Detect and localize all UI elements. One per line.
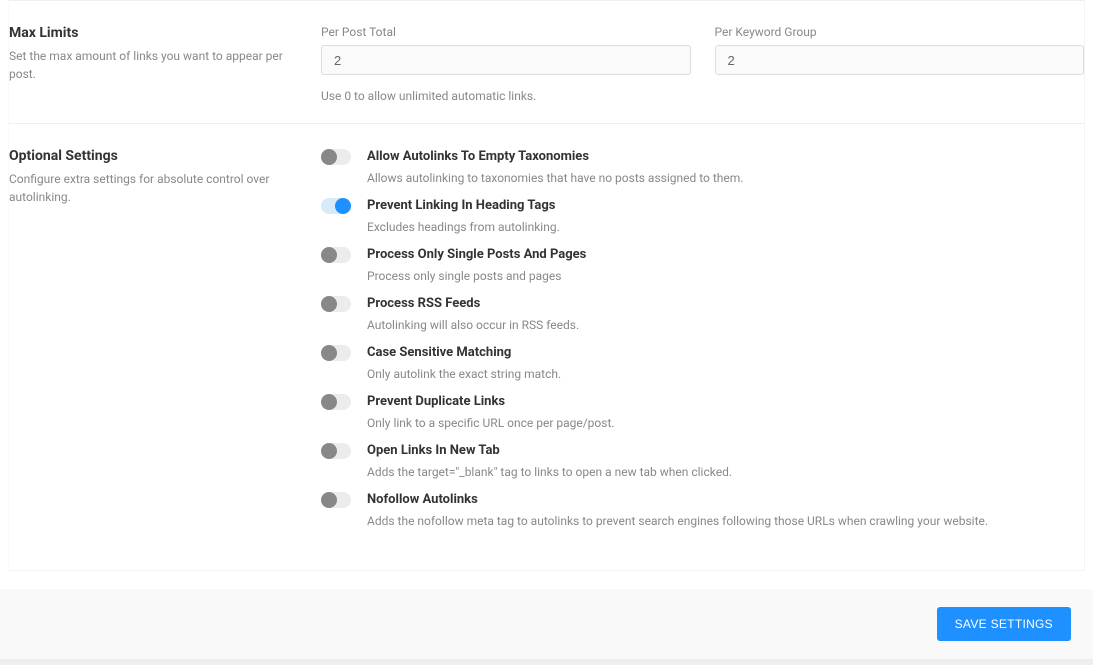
toggle-knob bbox=[321, 296, 337, 312]
toggle-label: Nofollow Autolinks bbox=[367, 491, 1084, 509]
per-keyword-label: Per Keyword Group bbox=[715, 25, 1085, 39]
toggle-content: Allow Autolinks To Empty Taxonomies Allow… bbox=[367, 148, 1084, 193]
toggle-desc: Allows autolinking to taxonomies that ha… bbox=[367, 170, 1084, 187]
toggle-knob bbox=[321, 345, 337, 361]
toggle-content: Process RSS Feeds Autolinking will also o… bbox=[367, 295, 1084, 340]
toggle-desc: Adds the target="_blank" tag to links to… bbox=[367, 464, 1084, 481]
toggle-content: Prevent Duplicate Links Only link to a sp… bbox=[367, 393, 1084, 438]
section-right: Per Post Total Per Keyword Group Use 0 t… bbox=[321, 25, 1084, 103]
toggle-switch[interactable] bbox=[321, 345, 351, 361]
footer-bar: SAVE SETTINGS bbox=[0, 589, 1093, 659]
toggle-switch[interactable] bbox=[321, 149, 351, 165]
toggle-knob bbox=[321, 443, 337, 459]
toggle-desc: Only link to a specific URL once per pag… bbox=[367, 415, 1084, 432]
toggle-desc: Process only single posts and pages bbox=[367, 268, 1084, 285]
max-limits-title: Max Limits bbox=[9, 25, 301, 41]
per-post-input[interactable] bbox=[321, 45, 691, 75]
toggle-desc: Adds the nofollow meta tag to autolinks … bbox=[367, 513, 1084, 530]
section-left: Max Limits Set the max amount of links y… bbox=[9, 25, 321, 103]
optional-right: Allow Autolinks To Empty Taxonomies Allow… bbox=[321, 148, 1084, 540]
toggle-list: Allow Autolinks To Empty Taxonomies Allow… bbox=[321, 148, 1084, 540]
toggle-label: Open Links In New Tab bbox=[367, 442, 1084, 460]
toggle-content: Process Only Single Posts And Pages Proce… bbox=[367, 246, 1084, 291]
toggle-content: Case Sensitive Matching Only autolink the… bbox=[367, 344, 1084, 389]
toggle-knob bbox=[321, 492, 337, 508]
toggle-content: Prevent Linking In Heading Tags Excludes … bbox=[367, 197, 1084, 242]
per-post-label: Per Post Total bbox=[321, 25, 691, 39]
section-optional: Optional Settings Configure extra settin… bbox=[9, 124, 1084, 560]
toggle-row: Prevent Duplicate Links Only link to a sp… bbox=[321, 393, 1084, 438]
toggle-row: Process RSS Feeds Autolinking will also o… bbox=[321, 295, 1084, 340]
toggle-row: Case Sensitive Matching Only autolink the… bbox=[321, 344, 1084, 389]
toggle-switch[interactable] bbox=[321, 443, 351, 459]
per-post-col: Per Post Total bbox=[321, 25, 691, 75]
toggle-content: Nofollow Autolinks Adds the nofollow meta… bbox=[367, 491, 1084, 536]
toggle-switch[interactable] bbox=[321, 247, 351, 263]
optional-desc: Configure extra settings for absolute co… bbox=[9, 170, 301, 206]
toggle-label: Case Sensitive Matching bbox=[367, 344, 1084, 362]
bottom-strip bbox=[0, 659, 1093, 665]
toggle-content: Open Links In New Tab Adds the target="_b… bbox=[367, 442, 1084, 487]
toggle-label: Process RSS Feeds bbox=[367, 295, 1084, 313]
save-settings-button[interactable]: SAVE SETTINGS bbox=[937, 607, 1071, 641]
toggle-desc: Autolinking will also occur in RSS feeds… bbox=[367, 317, 1084, 334]
max-limits-desc: Set the max amount of links you want to … bbox=[9, 47, 301, 83]
optional-title: Optional Settings bbox=[9, 148, 301, 164]
section-max-limits: Max Limits Set the max amount of links y… bbox=[9, 1, 1084, 123]
toggle-label: Prevent Duplicate Links bbox=[367, 393, 1084, 411]
toggle-label: Process Only Single Posts And Pages bbox=[367, 246, 1084, 264]
toggle-row: Open Links In New Tab Adds the target="_b… bbox=[321, 442, 1084, 487]
toggle-switch[interactable] bbox=[321, 296, 351, 312]
toggle-switch[interactable] bbox=[321, 198, 351, 214]
max-limits-helper: Use 0 to allow unlimited automatic links… bbox=[321, 89, 1084, 103]
toggle-switch[interactable] bbox=[321, 394, 351, 410]
toggle-row: Allow Autolinks To Empty Taxonomies Allow… bbox=[321, 148, 1084, 193]
toggle-knob bbox=[321, 149, 337, 165]
per-keyword-col: Per Keyword Group bbox=[715, 25, 1085, 75]
toggle-row: Nofollow Autolinks Adds the nofollow meta… bbox=[321, 491, 1084, 536]
toggle-row: Process Only Single Posts And Pages Proce… bbox=[321, 246, 1084, 291]
toggle-switch[interactable] bbox=[321, 492, 351, 508]
toggle-knob bbox=[321, 394, 337, 410]
per-keyword-input[interactable] bbox=[715, 45, 1085, 75]
toggle-desc: Excludes headings from autolinking. bbox=[367, 219, 1084, 236]
toggle-knob bbox=[321, 247, 337, 263]
toggle-row: Prevent Linking In Heading Tags Excludes … bbox=[321, 197, 1084, 242]
toggle-label: Prevent Linking In Heading Tags bbox=[367, 197, 1084, 215]
toggle-label: Allow Autolinks To Empty Taxonomies bbox=[367, 148, 1084, 166]
toggle-desc: Only autolink the exact string match. bbox=[367, 366, 1084, 383]
optional-left: Optional Settings Configure extra settin… bbox=[9, 148, 321, 540]
toggle-knob bbox=[335, 198, 351, 214]
